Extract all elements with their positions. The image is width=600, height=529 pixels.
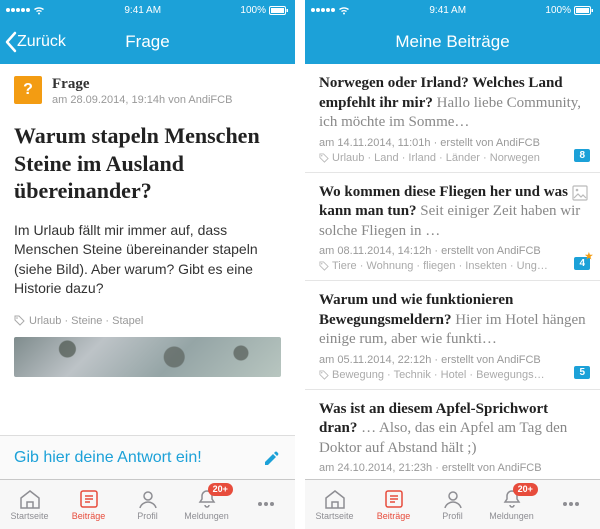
tab-beitraege[interactable]: Beiträge	[364, 480, 423, 529]
list-item-headline: Warum und wie funktionieren Bewegungsmel…	[319, 291, 586, 350]
status-battery-pct: 100%	[240, 5, 266, 16]
list-item-meta: am 05.11.2014, 22:12h · erstellt von And…	[319, 354, 586, 366]
phone-left: 9:41 AM 100% Zurück Frage ? Frage am 28.…	[0, 0, 295, 529]
tab-label: Profil	[442, 511, 463, 521]
phone-right: 9:41 AM 100% Meine Beiträge Norwegen ode…	[305, 0, 600, 529]
notification-badge: 20+	[513, 483, 538, 496]
list-item-meta: am 14.11.2014, 11:01h · erstellt von And…	[319, 137, 586, 149]
answer-placeholder: Gib hier deine Antwort ein!	[14, 449, 202, 467]
signal-dots-icon	[6, 8, 30, 12]
list-item[interactable]: Was ist an diesem Apfel-Sprichwort dran?…	[305, 390, 600, 480]
status-time: 9:41 AM	[124, 5, 161, 16]
comment-count-badge: 5	[574, 366, 590, 379]
tab-label: Beiträge	[377, 511, 411, 521]
nav-title: Frage	[125, 32, 169, 52]
question-type-icon: ?	[14, 76, 42, 104]
tab-startseite[interactable]: Startseite	[0, 480, 59, 529]
list-item[interactable]: Wo kommen diese Fliegen her und was kann…	[305, 173, 600, 282]
battery-icon	[574, 6, 594, 15]
tab-label: Meldungen	[184, 511, 229, 521]
more-icon	[559, 493, 583, 515]
post-image[interactable]	[14, 337, 281, 377]
nav-title: Meine Beiträge	[395, 32, 509, 52]
posts-icon	[77, 488, 101, 510]
status-time: 9:41 AM	[429, 5, 466, 16]
nav-bar: Zurück Frage	[0, 20, 295, 64]
signal-dots-icon	[311, 8, 335, 12]
list-item-meta: am 24.10.2014, 21:23h · erstellt von And…	[319, 462, 586, 474]
tab-label: Beiträge	[72, 511, 106, 521]
post-meta: am 28.09.2014, 19:14h von AndiFCB	[52, 94, 232, 106]
tab-beitraege[interactable]: Beiträge	[59, 480, 118, 529]
tab-bar: Startseite Beiträge Profil 20+ Meldungen	[0, 479, 295, 529]
answer-input-bar[interactable]: Gib hier deine Antwort ein!	[0, 435, 295, 479]
tag-icon	[319, 370, 329, 380]
list-item-tags: Bewegung · Technik · Hotel · Bewegungs…	[319, 369, 586, 381]
tab-profil[interactable]: Profil	[118, 480, 177, 529]
tab-label: Profil	[137, 511, 158, 521]
list-item-meta: am 08.11.2014, 14:12h · erstellt von And…	[319, 245, 586, 257]
comment-count-badge: 4★	[574, 257, 590, 270]
tab-label: Meldungen	[489, 511, 534, 521]
post-title: Warum stapeln Menschen Steine im Ausland…	[0, 114, 295, 215]
list-content[interactable]: Norwegen oder Irland? Welches Land empfe…	[305, 64, 600, 479]
tag-icon	[14, 315, 25, 326]
wifi-icon	[33, 6, 45, 15]
list-item-tags: Tiere · Wohnung · fliegen · Insekten · U…	[319, 260, 586, 272]
list-item[interactable]: Norwegen oder Irland? Welches Land empfe…	[305, 64, 600, 173]
tab-startseite[interactable]: Startseite	[305, 480, 364, 529]
tab-bar: Startseite Beiträge Profil 20+ Meldungen	[305, 479, 600, 529]
back-label: Zurück	[17, 33, 66, 51]
home-icon	[323, 488, 347, 510]
post-tags: Urlaub · Steine · Stapel	[0, 311, 295, 337]
post-type-label: Frage	[52, 76, 232, 93]
image-type-icon	[572, 185, 588, 201]
tab-meldungen[interactable]: 20+ Meldungen	[177, 480, 236, 529]
status-bar: 9:41 AM 100%	[0, 0, 295, 20]
post-tags-text: Urlaub · Steine · Stapel	[29, 315, 143, 327]
back-button[interactable]: Zurück	[4, 31, 66, 53]
battery-icon	[269, 6, 289, 15]
comment-count-badge: 8	[574, 149, 590, 162]
tag-icon	[319, 261, 329, 271]
status-bar: 9:41 AM 100%	[305, 0, 600, 20]
list-item[interactable]: Warum und wie funktionieren Bewegungsmel…	[305, 281, 600, 390]
list-item-tags: Urlaub · Land · Irland · Länder · Norweg…	[319, 152, 586, 164]
nav-bar: Meine Beiträge	[305, 20, 600, 64]
tab-meldungen[interactable]: 20+ Meldungen	[482, 480, 541, 529]
posts-icon	[382, 488, 406, 510]
wifi-icon	[338, 6, 350, 15]
content-area: ? Frage am 28.09.2014, 19:14h von AndiFC…	[0, 64, 295, 435]
list-item-headline: Norwegen oder Irland? Welches Land empfe…	[319, 74, 586, 133]
star-icon: ★	[585, 251, 593, 262]
list-item-headline: Was ist an diesem Apfel-Sprichwort dran?…	[319, 400, 586, 459]
status-battery-pct: 100%	[545, 5, 571, 16]
list-item-headline: Wo kommen diese Fliegen her und was kann…	[319, 183, 586, 242]
compose-icon	[263, 449, 281, 467]
home-icon	[18, 488, 42, 510]
profile-icon	[441, 488, 465, 510]
tab-profil[interactable]: Profil	[423, 480, 482, 529]
tab-more[interactable]	[236, 480, 295, 529]
chevron-left-icon	[4, 31, 18, 53]
post-body: Im Urlaub fällt mir immer auf, dass Mens…	[0, 215, 295, 311]
profile-icon	[136, 488, 160, 510]
more-icon	[254, 493, 278, 515]
tab-label: Startseite	[315, 511, 353, 521]
tab-label: Startseite	[10, 511, 48, 521]
tab-more[interactable]	[541, 480, 600, 529]
notification-badge: 20+	[208, 483, 233, 496]
tag-icon	[319, 153, 329, 163]
